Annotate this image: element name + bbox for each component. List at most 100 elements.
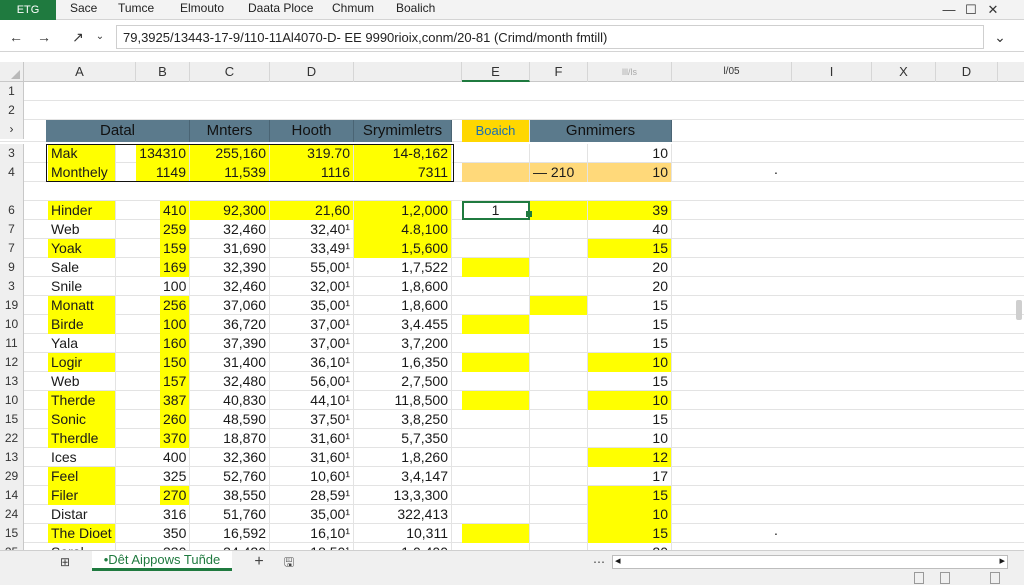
cell-b[interactable]: 325 [160,467,190,486]
cell-c[interactable]: 16,592 [190,524,270,543]
cell-d[interactable]: 32,40¹ [270,220,354,239]
cell-c[interactable]: 255,160 [190,144,270,163]
cell-b[interactable]: 330 [160,543,190,550]
cell-e[interactable]: 10,311 [354,524,452,543]
col-header-f[interactable]: F [530,62,588,82]
tab-data-ploce[interactable]: Daata Ploce [248,0,313,20]
row-header[interactable]: 9 [0,258,24,277]
cell-e[interactable]: 1,7,522 [354,258,452,277]
cell-e[interactable]: 14-8,162 [354,144,452,163]
cell-name[interactable]: Snile [48,277,116,296]
forward-arrow-icon[interactable]: → [34,27,54,47]
cell-f[interactable] [530,543,588,550]
row-header[interactable]: 7 [0,239,24,258]
cell-e2[interactable] [462,144,530,163]
cell-b[interactable]: 260 [160,410,190,429]
cell-name[interactable]: Birde [48,315,116,334]
row-header[interactable]: 24 [0,505,24,524]
cell-d[interactable]: 32,00¹ [270,277,354,296]
cell-g[interactable]: 15 [588,315,672,334]
col-header-d2[interactable]: D [936,62,998,82]
cell-e[interactable]: 3,4,147 [354,467,452,486]
cell-b[interactable]: 159 [160,239,190,258]
cell-c[interactable]: 32,480 [190,372,270,391]
vertical-scrollbar[interactable] [1016,300,1022,320]
formula-input[interactable] [116,25,984,49]
cell-d[interactable]: 28,59¹ [270,486,354,505]
cell-f[interactable] [530,315,588,334]
cell-name[interactable]: Sale [48,258,116,277]
cell-f[interactable] [530,201,588,220]
cell-b[interactable]: 387 [160,391,190,410]
row-header[interactable]: 12 [0,353,24,372]
cell-f[interactable] [530,391,588,410]
cell-d[interactable]: 35,00¹ [270,296,354,315]
cell-d[interactable]: 31,60¹ [270,429,354,448]
cell-d[interactable]: 37,00¹ [270,315,354,334]
cell-e[interactable]: 4.8,100 [354,220,452,239]
cell-e[interactable]: 13,3,300 [354,486,452,505]
row-header[interactable]: 15 [0,410,24,429]
cell-name[interactable]: Monatt [48,296,116,315]
tab-tumce[interactable]: Tumce [118,0,154,20]
cell-c[interactable]: 40,830 [190,391,270,410]
row-header[interactable]: 10 [0,315,24,334]
cell-d[interactable]: 37,50¹ [270,410,354,429]
cell-b[interactable]: 350 [160,524,190,543]
cell-c[interactable]: 36,720 [190,315,270,334]
cell-b[interactable]: 370 [160,429,190,448]
cell-c[interactable]: 18,870 [190,429,270,448]
cell-g[interactable]: 17 [588,467,672,486]
cell-d[interactable]: 56,00¹ [270,372,354,391]
cell-e2[interactable] [462,391,530,410]
cell-c[interactable]: 37,390 [190,334,270,353]
col-header-g[interactable]: lll/ls [588,62,672,82]
cell-g[interactable]: 15 [588,334,672,353]
cell-e2[interactable] [462,486,530,505]
col-header-a[interactable]: A [24,62,136,82]
cell-f[interactable] [530,410,588,429]
cell-f[interactable] [530,144,588,163]
cell-f[interactable] [530,486,588,505]
cell-e2[interactable] [462,277,530,296]
layout-view-icon[interactable] [940,572,950,584]
cell-f[interactable] [530,277,588,296]
row-header[interactable]: 7 [0,220,24,239]
cell-b[interactable]: 1149 [136,163,190,182]
cell-e2[interactable] [462,334,530,353]
cell-b[interactable]: 410 [160,201,190,220]
cell-e2[interactable] [462,543,530,550]
cell-e[interactable]: 1,8,260 [354,448,452,467]
cell-g[interactable]: 15 [588,410,672,429]
cell-b[interactable]: 160 [160,334,190,353]
row-header[interactable]: 1 [0,82,24,101]
cell-e2[interactable] [462,467,530,486]
cell-c[interactable]: 31,690 [190,239,270,258]
cell-b[interactable]: 100 [160,315,190,334]
col-header-i[interactable]: I [792,62,872,82]
cell-name[interactable]: The Dioet [48,524,116,543]
row-header[interactable]: 19 [0,296,24,315]
cell-e2[interactable] [462,220,530,239]
cell-g[interactable]: 15 [588,486,672,505]
row-header[interactable]: 15 [0,524,24,543]
cell-b[interactable]: 100 [160,277,190,296]
cell-b[interactable]: 259 [160,220,190,239]
cell-name[interactable]: Distar [48,505,116,524]
cell-name[interactable]: Therdle [48,429,116,448]
cell-c[interactable]: 31,400 [190,353,270,372]
cell-name[interactable]: Filer [48,486,116,505]
row-header[interactable]: 13 [0,448,24,467]
cell-e[interactable]: 3,7,200 [354,334,452,353]
cell-d[interactable]: 16,10¹ [270,524,354,543]
cell-c[interactable]: 37,060 [190,296,270,315]
tab-chmum[interactable]: Chmum [332,0,374,20]
cell-d[interactable]: 33,49¹ [270,239,354,258]
cell-b[interactable]: 316 [160,505,190,524]
save-icon[interactable]: 🖫 [280,553,298,571]
horizontal-scrollbar[interactable]: ◂ ▸ [612,555,1008,569]
cell-f[interactable] [530,220,588,239]
cell-e2[interactable] [462,448,530,467]
cell-g[interactable]: 15 [588,372,672,391]
cell-d[interactable]: 31,60¹ [270,448,354,467]
